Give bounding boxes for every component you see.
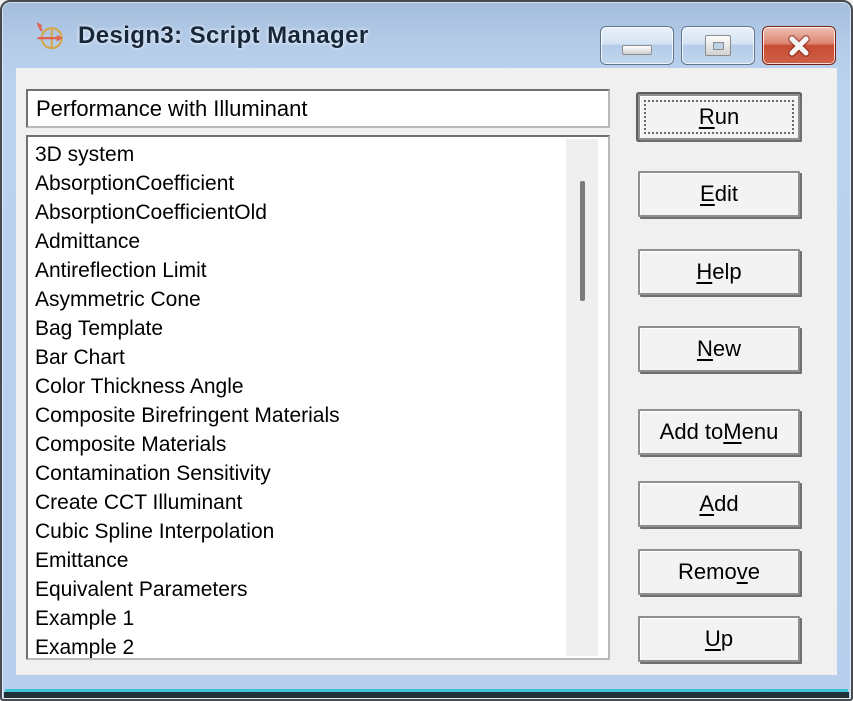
close-icon [785,35,813,57]
list-item[interactable]: Create CCT Illuminant [35,488,608,517]
script-list[interactable]: 3D system AbsorptionCoefficient Absorpti… [26,135,610,660]
run-button[interactable]: Run [638,94,800,140]
list-item[interactable]: Equivalent Parameters [35,575,608,604]
client-area: 3D system AbsorptionCoefficient Absorpti… [16,68,837,675]
script-manager-window: Design3: Script Manager 3D [0,0,853,701]
list-item[interactable]: Bar Chart [35,343,608,372]
list-item[interactable]: Composite Materials [35,430,608,459]
titlebar[interactable]: Design3: Script Manager [4,4,849,68]
list-item[interactable]: 3D system [35,140,608,169]
add-to-menu-button[interactable]: Add to Menu [638,409,800,455]
list-item[interactable]: Admittance [35,227,608,256]
new-button[interactable]: New [638,326,800,372]
close-button[interactable] [762,26,836,65]
list-item[interactable]: Emittance [35,546,608,575]
list-scrollbar[interactable] [566,139,598,656]
list-item[interactable]: Cubic Spline Interpolation [35,517,608,546]
edit-button[interactable]: Edit [638,171,800,217]
list-item[interactable]: AbsorptionCoefficientOld [35,198,608,227]
list-item[interactable]: Color Thickness Angle [35,372,608,401]
list-item[interactable]: Example 1 [35,604,608,633]
window-title: Design3: Script Manager [78,22,369,50]
minimize-icon [622,45,652,55]
list-item[interactable]: Bag Template [35,314,608,343]
scrollbar-thumb[interactable] [580,181,585,301]
add-button[interactable]: Add [638,481,800,527]
list-item[interactable]: AbsorptionCoefficient [35,169,608,198]
list-item[interactable]: Antireflection Limit [35,256,608,285]
script-name-input[interactable] [26,89,610,128]
window-bottom-edge [4,692,849,698]
list-item[interactable]: Asymmetric Cone [35,285,608,314]
help-button[interactable]: Help [638,249,800,295]
app-icon [34,19,68,53]
minimize-button[interactable] [600,26,674,65]
screen: Design3: Script Manager 3D [0,0,853,701]
maximize-button[interactable] [681,26,755,65]
remove-button[interactable]: Remove [638,549,800,595]
list-item[interactable]: Contamination Sensitivity [35,459,608,488]
up-button[interactable]: Up [638,616,800,662]
caption-buttons [600,26,836,65]
list-item[interactable]: Composite Birefringent Materials [35,401,608,430]
list-item[interactable]: Example 2 [35,633,608,660]
maximize-icon [705,35,731,56]
